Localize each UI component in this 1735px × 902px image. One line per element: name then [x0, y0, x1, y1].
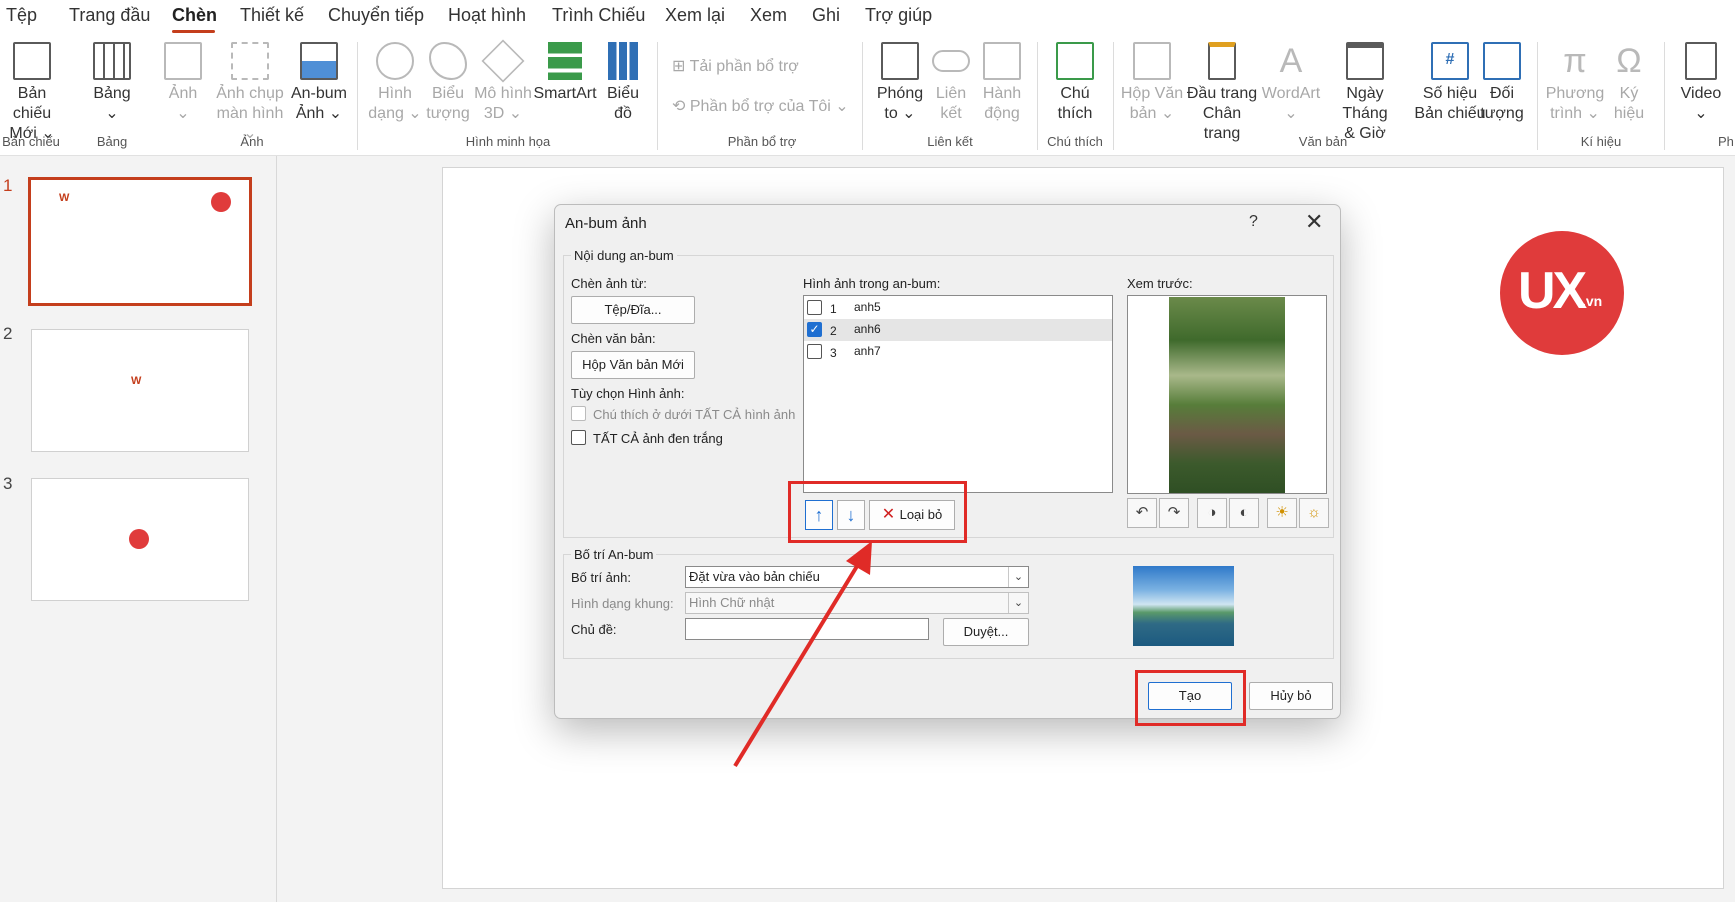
arrow-head: [846, 541, 872, 575]
annotation-arrow: [733, 541, 872, 768]
arrow-line: [733, 556, 864, 768]
